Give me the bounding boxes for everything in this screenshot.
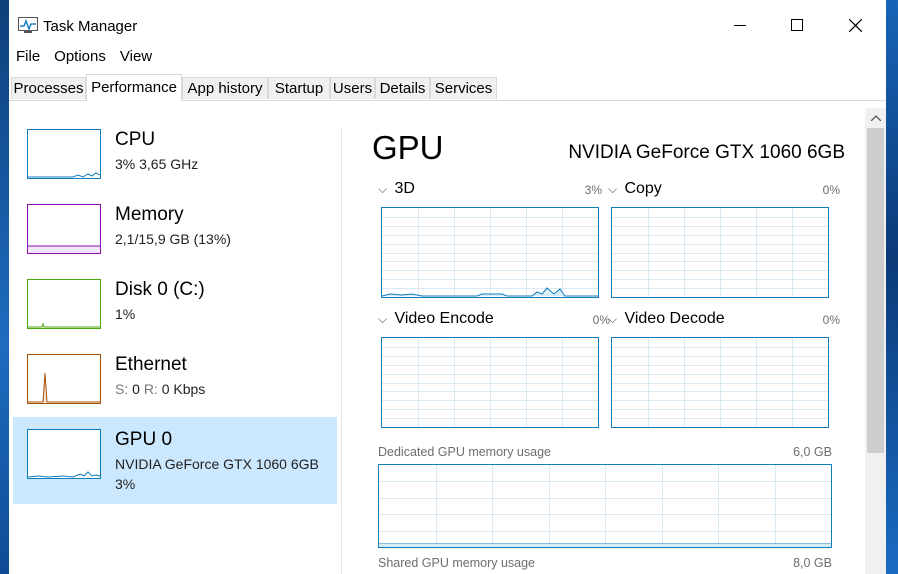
gpu-detail-panel: GPU NVIDIA GeForce GTX 1060 6GB ⌵ 3D 3% … [354,101,864,574]
dedicated-memory-graph [378,464,832,548]
sidebar-item-label: Memory [115,204,184,225]
tab-services[interactable]: Services [430,77,497,99]
menu-bar: File Options View [9,46,159,68]
engine-percent: 3% [584,183,602,197]
shared-memory-label: Shared GPU memory usage [378,556,536,570]
tab-performance[interactable]: Performance [86,74,182,101]
engine-graph-copy [611,207,829,298]
sidebar-item-detail: 2,1/15,9 GB (13%) [115,231,231,247]
task-manager-window: Task Manager File Options View Processes… [9,0,886,574]
tab-app-history[interactable]: App history [182,77,268,99]
engine-label: Video Encode [394,310,494,327]
receive-label: R: [143,381,158,397]
engine-label: Video Decode [624,310,725,327]
sidebar-item-ethernet[interactable]: Ethernet S: 0 R: 0 Kbps [13,342,337,429]
chevron-down-icon: ⌵ [608,182,618,196]
engine-selector-copy[interactable]: ⌵ Copy [608,180,662,198]
tab-details[interactable]: Details [375,77,430,99]
minimize-button[interactable] [717,8,763,42]
gpu-thumbnail-graph [27,429,101,479]
receive-value: 0 Kbps [161,381,206,397]
engine-selector-video-encode[interactable]: ⌵ Video Encode [378,310,494,328]
sidebar-item-cpu[interactable]: CPU 3% 3,65 GHz [13,117,337,204]
engine-percent: 0% [822,183,840,197]
engine-graph-video-encode [381,337,599,428]
chevron-down-icon: ⌵ [378,182,388,196]
dedicated-memory-max: 6,0 GB [793,445,832,459]
minimize-icon [734,25,746,26]
sidebar-item-label: Disk 0 (C:) [115,279,205,300]
engine-label: 3D [394,180,415,197]
dedicated-memory-line [379,543,831,547]
menu-options[interactable]: Options [47,46,113,68]
menu-view[interactable]: View [113,46,159,68]
desktop-background-right [886,0,898,574]
disk-thumbnail-graph [27,279,101,329]
3d-usage-line [382,287,598,297]
scrollbar-thumb[interactable] [867,128,884,453]
title-bar[interactable]: Task Manager [9,0,886,42]
page-title: GPU [372,129,444,166]
graph-grid [382,338,598,427]
maximize-button[interactable] [774,8,820,42]
engine-label: Copy [624,180,662,197]
tab-users[interactable]: Users [330,77,375,99]
send-label: S: [115,381,129,397]
tab-processes[interactable]: Processes [11,77,86,99]
sidebar-item-label: GPU 0 [115,429,173,450]
chevron-down-icon: ⌵ [608,312,618,326]
sidebar-item-detail: 1% [115,306,136,322]
resource-list: CPU 3% 3,65 GHz Memory 2,1/15,9 GB (13%)… [13,101,339,574]
graph-grid [612,208,828,297]
window-title: Task Manager [43,18,138,35]
menu-file[interactable]: File [9,46,47,68]
send-value: 0 [132,381,140,397]
ethernet-thumbnail-graph [27,354,101,404]
sidebar-item-gpu[interactable]: GPU 0 NVIDIA GeForce GTX 1060 6GB 3% [13,417,337,504]
dedicated-memory-label: Dedicated GPU memory usage [378,445,551,459]
gpu-model-name: NVIDIA GeForce GTX 1060 6GB [568,142,845,163]
cpu-thumbnail-graph [27,129,101,179]
desktop-background-left [0,0,9,574]
graph-grid [612,338,828,427]
engine-percent: 0% [592,313,610,327]
close-button[interactable] [832,8,878,42]
sidebar-item-percent: 3% [115,476,136,492]
task-manager-icon [18,17,38,33]
scroll-up-button[interactable] [865,108,886,128]
sidebar-item-detail: S: 0 R: 0 Kbps [115,379,205,399]
shared-memory-max: 8,0 GB [793,556,832,570]
memory-thumbnail-graph [27,204,101,254]
sidebar-item-detail: 3% 3,65 GHz [115,156,199,172]
vertical-scrollbar[interactable] [865,108,886,574]
pane-divider[interactable] [341,128,342,574]
sidebar-item-label: CPU [115,129,156,150]
tab-strip: Processes Performance App history Startu… [9,74,886,101]
sidebar-item-disk[interactable]: Disk 0 (C:) 1% [13,267,337,354]
maximize-icon [791,19,803,31]
close-icon [848,18,862,32]
engine-selector-video-decode[interactable]: ⌵ Video Decode [608,310,725,328]
engine-selector-3d[interactable]: ⌵ 3D [378,180,415,198]
sidebar-item-detail: NVIDIA GeForce GTX 1060 6GB [115,456,319,472]
sidebar-item-label: Ethernet [115,354,187,375]
engine-percent: 0% [822,313,840,327]
engine-graph-3d [381,207,599,298]
sidebar-item-memory[interactable]: Memory 2,1/15,9 GB (13%) [13,192,337,279]
tab-startup[interactable]: Startup [268,77,330,99]
engine-graph-video-decode [611,337,829,428]
chevron-down-icon: ⌵ [378,312,388,326]
chevron-up-icon [870,115,881,121]
